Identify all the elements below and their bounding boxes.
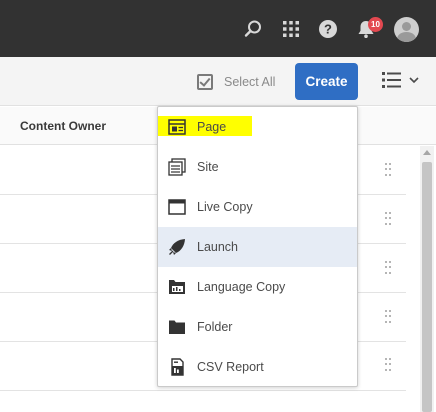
live-copy-icon bbox=[168, 199, 186, 215]
drag-handle-icon[interactable] bbox=[385, 163, 391, 177]
notification-count-badge: 10 bbox=[368, 17, 383, 32]
help-icon[interactable]: ? bbox=[317, 18, 339, 40]
view-switcher-button[interactable] bbox=[382, 71, 420, 89]
menu-item-folder[interactable]: Folder bbox=[158, 307, 357, 347]
language-copy-icon bbox=[169, 280, 185, 294]
menu-item-label: Page bbox=[197, 120, 227, 134]
menu-item-label: CSV Report bbox=[197, 360, 264, 374]
create-button[interactable]: Create bbox=[295, 63, 358, 100]
menu-item-label: Language Copy bbox=[197, 280, 286, 294]
page-icon bbox=[168, 119, 186, 135]
column-header-content-owner[interactable]: Content Owner bbox=[20, 119, 106, 133]
menu-item-label: Live Copy bbox=[197, 200, 253, 214]
select-all-checkbox-icon bbox=[197, 74, 213, 90]
menu-item-label: Folder bbox=[197, 320, 233, 334]
scroll-up-arrow-icon[interactable] bbox=[423, 150, 431, 155]
menu-item-csv-report[interactable]: CSV Report bbox=[158, 347, 357, 387]
menu-item-label: Launch bbox=[197, 240, 239, 254]
launch-icon bbox=[169, 239, 185, 255]
avatar-shoulders bbox=[397, 32, 416, 42]
select-all-label: Select All bbox=[224, 75, 276, 89]
scrollbar-thumb[interactable] bbox=[422, 162, 432, 412]
user-avatar[interactable] bbox=[394, 17, 419, 42]
drag-handle-icon[interactable] bbox=[385, 261, 391, 275]
menu-item-label: Site bbox=[197, 160, 219, 174]
avatar-head bbox=[402, 22, 411, 31]
svg-text:?: ? bbox=[324, 22, 332, 37]
search-icon[interactable] bbox=[242, 18, 264, 40]
menu-item-launch[interactable]: Launch bbox=[158, 227, 357, 267]
menu-item-live-copy[interactable]: Live Copy bbox=[158, 187, 357, 227]
drag-handle-icon[interactable] bbox=[385, 212, 391, 226]
drag-handle-icon[interactable] bbox=[385, 310, 391, 324]
select-all-button[interactable]: Select All bbox=[197, 73, 275, 91]
drag-handle-icon[interactable] bbox=[385, 358, 391, 372]
create-menu: Page Site Live Copy Launch Language Copy… bbox=[157, 106, 358, 387]
list-view-icon bbox=[382, 72, 401, 88]
site-icon bbox=[168, 158, 186, 176]
action-bar: Select All Create bbox=[0, 57, 436, 106]
menu-item-language-copy[interactable]: Language Copy bbox=[158, 267, 357, 307]
menu-item-site[interactable]: Site bbox=[158, 147, 357, 187]
apps-grid-icon[interactable] bbox=[280, 18, 302, 40]
csv-report-icon bbox=[171, 358, 184, 376]
global-header: ? 10 bbox=[0, 0, 436, 57]
menu-item-page[interactable]: Page bbox=[158, 107, 357, 147]
chevron-down-icon bbox=[409, 77, 419, 84]
folder-icon bbox=[169, 320, 185, 334]
